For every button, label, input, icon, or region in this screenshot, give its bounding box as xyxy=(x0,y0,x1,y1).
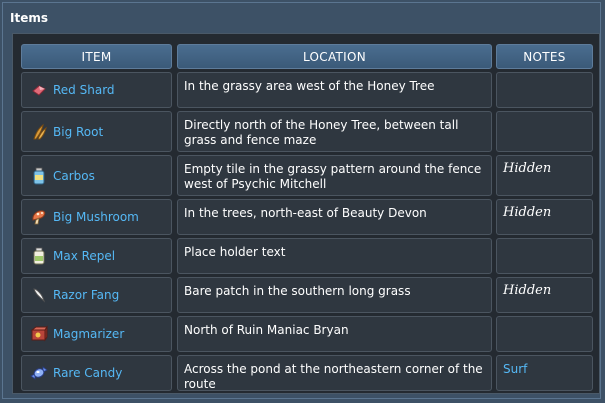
notes-cell xyxy=(496,316,593,352)
item-cell-razor-fang: Razor Fang xyxy=(21,277,172,313)
item-link[interactable]: Rare Candy xyxy=(53,366,122,380)
items-panel: Items ITEM LOCATION NOTES Red Shard In t… xyxy=(2,2,601,399)
item-cell-big-mushroom: Big Mushroom xyxy=(21,199,172,235)
max-repel-icon xyxy=(33,247,45,265)
item-link[interactable]: Carbos xyxy=(53,169,95,183)
notes-cell-surf-link[interactable]: Surf xyxy=(496,355,593,391)
carbos-icon xyxy=(33,167,45,184)
item-link[interactable]: Max Repel xyxy=(53,249,115,263)
item-cell-big-root: Big Root xyxy=(21,111,172,152)
location-cell: Directly north of the Honey Tree, betwee… xyxy=(177,111,492,152)
item-link[interactable]: Magmarizer xyxy=(53,327,124,341)
item-link[interactable]: Red Shard xyxy=(53,83,115,97)
column-header-item: ITEM xyxy=(21,44,172,69)
location-cell: In the trees, north-east of Beauty Devon xyxy=(177,199,492,235)
magmarizer-icon xyxy=(30,325,48,342)
item-link[interactable]: Big Root xyxy=(53,125,103,139)
items-table: ITEM LOCATION NOTES Red Shard In the gra… xyxy=(12,33,600,394)
location-cell: Empty tile in the grassy pattern around … xyxy=(177,155,492,196)
column-header-location: LOCATION xyxy=(177,44,492,69)
item-link[interactable]: Razor Fang xyxy=(53,288,119,302)
item-cell-rare-candy: Rare Candy xyxy=(21,355,172,391)
location-cell: Bare patch in the southern long grass xyxy=(177,277,492,313)
notes-cell: Hidden xyxy=(496,277,593,313)
item-cell-magmarizer: Magmarizer xyxy=(21,316,172,352)
notes-cell: Hidden xyxy=(496,199,593,235)
notes-cell xyxy=(496,238,593,274)
razor-fang-icon xyxy=(33,288,45,303)
red-shard-icon xyxy=(32,85,46,96)
item-cell-carbos: Carbos xyxy=(21,155,172,196)
notes-cell xyxy=(496,111,593,152)
rare-candy-icon xyxy=(30,366,48,380)
location-cell: North of Ruin Maniac Bryan xyxy=(177,316,492,352)
item-cell-max-repel: Max Repel xyxy=(21,238,172,274)
big-mushroom-icon xyxy=(32,210,46,225)
item-cell-red-shard: Red Shard xyxy=(21,72,172,108)
panel-title: Items xyxy=(10,11,48,25)
location-cell: Place holder text xyxy=(177,238,492,274)
column-header-notes: NOTES xyxy=(496,44,593,69)
location-cell: In the grassy area west of the Honey Tre… xyxy=(177,72,492,108)
item-link[interactable]: Big Mushroom xyxy=(53,210,139,224)
big-root-icon xyxy=(33,123,47,139)
notes-cell xyxy=(496,72,593,108)
location-cell: Across the pond at the northeastern corn… xyxy=(177,355,492,391)
notes-cell: Hidden xyxy=(496,155,593,196)
